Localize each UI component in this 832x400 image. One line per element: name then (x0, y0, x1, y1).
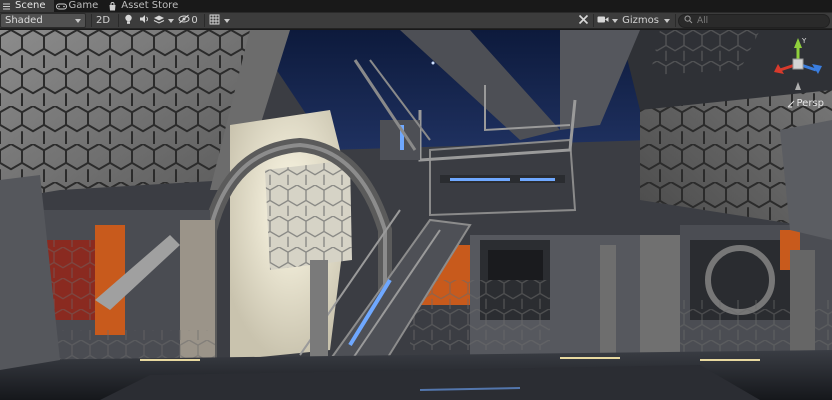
scene-visibility-toggle[interactable]: 0 (176, 13, 200, 28)
projection-toggle[interactable]: Persp (787, 98, 825, 109)
camera-icon (597, 15, 609, 27)
chevron-down-icon (664, 18, 670, 23)
hidden-objects-count: 0 (191, 15, 198, 26)
tab-scene-label: Scene (15, 0, 46, 11)
camera-settings-button[interactable] (596, 13, 610, 28)
speaker-icon (139, 14, 150, 27)
toolbar-divider (118, 14, 119, 27)
toggle-2d-button[interactable]: 2D (94, 13, 112, 28)
toolbar-divider (675, 14, 676, 27)
asset-store-bag-icon (108, 1, 117, 11)
grid-icon (209, 14, 220, 28)
chevron-down-icon (612, 18, 619, 23)
effects-toggle-button[interactable] (152, 13, 166, 28)
projection-label: Persp (796, 98, 825, 109)
scene-viewport[interactable]: Y Persp (0, 30, 832, 400)
lighting-toggle-button[interactable] (121, 13, 136, 28)
shading-mode-label: Shaded (5, 15, 43, 26)
chevron-down-icon (224, 18, 230, 23)
chevron-down-icon (75, 18, 81, 23)
scene-toolbar: Shaded 2D 0 Gizmos All (0, 12, 832, 29)
effects-layers-icon (153, 14, 165, 28)
window-tab-bar: Scene Game Asset Store (0, 0, 832, 12)
gizmos-label: Gizmos (622, 15, 659, 26)
tab-asset-store-label: Asset Store (121, 0, 179, 11)
chevron-down-icon (168, 18, 174, 23)
grid-toggle-button[interactable] (207, 13, 221, 28)
crossed-tools-icon (578, 14, 589, 28)
toolbar-divider (91, 14, 92, 27)
shading-mode-dropdown[interactable]: Shaded (0, 13, 86, 28)
scene-search-input[interactable]: All (678, 13, 830, 28)
toolbar-divider (204, 14, 205, 27)
grid-dropdown-button[interactable] (221, 13, 233, 28)
scene-render (0, 30, 832, 400)
gizmos-dropdown-button[interactable] (661, 13, 673, 28)
gizmo-center-cube[interactable] (792, 58, 804, 70)
effects-dropdown-button[interactable] (166, 13, 176, 28)
gizmo-y-label: Y (801, 37, 807, 45)
toggle-2d-label: 2D (95, 15, 111, 26)
tools-button[interactable] (575, 13, 591, 28)
toolbar-divider (593, 14, 595, 27)
tab-scene[interactable]: Scene (0, 0, 54, 12)
camera-dropdown-button[interactable] (610, 13, 620, 28)
tab-game[interactable]: Game (54, 0, 107, 12)
scene-icon (2, 2, 11, 11)
audio-toggle-button[interactable] (136, 13, 152, 28)
orientation-gizmo[interactable]: Y (768, 34, 828, 94)
game-controller-icon (55, 2, 67, 11)
perspective-icon (787, 100, 795, 108)
tab-asset-store[interactable]: Asset Store (106, 0, 186, 12)
search-placeholder: All (697, 15, 709, 26)
hidden-eye-icon (178, 14, 190, 27)
gizmos-button[interactable]: Gizmos (620, 13, 661, 28)
search-icon (684, 15, 693, 27)
tab-game-label: Game (68, 0, 99, 11)
light-bulb-icon (124, 14, 133, 28)
